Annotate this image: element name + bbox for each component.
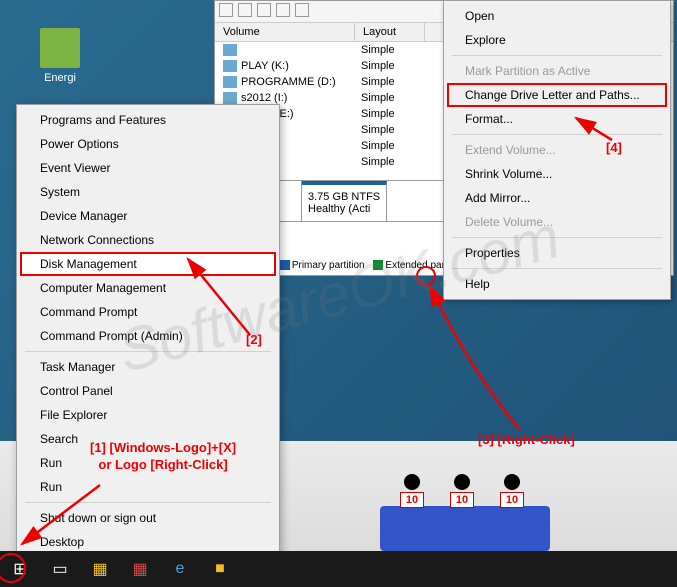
toolbar-icon[interactable] — [238, 3, 252, 17]
taskbar-app-icon[interactable]: ▦ — [120, 551, 160, 587]
drive-icon — [223, 44, 237, 56]
ctx-separator — [452, 134, 662, 135]
ctx-delete-volume: Delete Volume... — [447, 210, 667, 234]
menu-separator — [25, 351, 271, 352]
volume-context-menu: Open Explore Mark Partition as Active Ch… — [443, 0, 671, 300]
menu-run[interactable]: Run — [20, 451, 276, 475]
taskbar-app-icon[interactable]: ■ — [200, 551, 240, 587]
ctx-properties[interactable]: Properties — [447, 241, 667, 265]
menu-network-connections[interactable]: Network Connections — [20, 228, 276, 252]
ctx-open[interactable]: Open — [447, 4, 667, 28]
toolbar-icon[interactable] — [257, 3, 271, 17]
menu-control-panel[interactable]: Control Panel — [20, 379, 276, 403]
ctx-separator — [452, 237, 662, 238]
ctx-shrink-volume[interactable]: Shrink Volume... — [447, 162, 667, 186]
menu-device-manager[interactable]: Device Manager — [20, 204, 276, 228]
toolbar-icon[interactable] — [276, 3, 290, 17]
taskbar-app-icon[interactable]: e — [160, 551, 200, 587]
legend-swatch-extended — [373, 260, 383, 270]
menu-separator — [25, 502, 271, 503]
ctx-add-mirror[interactable]: Add Mirror... — [447, 186, 667, 210]
menu-run-2[interactable]: Run — [20, 475, 276, 499]
annotation-circle-rightclick — [416, 266, 436, 286]
ctx-mark-active: Mark Partition as Active — [447, 59, 667, 83]
ctx-change-drive-letter[interactable]: Change Drive Letter and Paths... — [447, 83, 667, 107]
menu-programs-features[interactable]: Programs and Features — [20, 108, 276, 132]
desktop-icon-label: Energi — [30, 72, 90, 84]
ctx-separator — [452, 55, 662, 56]
menu-system[interactable]: System — [20, 180, 276, 204]
toolbar-icon[interactable] — [219, 3, 233, 17]
menu-file-explorer[interactable]: File Explorer — [20, 403, 276, 427]
desktop-icon-energi[interactable]: Energi — [30, 28, 90, 84]
toolbar-icon[interactable] — [295, 3, 309, 17]
ctx-help[interactable]: Help — [447, 272, 667, 296]
battery-icon — [40, 28, 80, 68]
judges-graphic: 10 10 10 — [380, 506, 550, 551]
menu-disk-management[interactable]: Disk Management — [20, 252, 276, 276]
menu-command-prompt[interactable]: Command Prompt — [20, 300, 276, 324]
drive-icon — [223, 76, 237, 88]
drive-icon — [223, 92, 237, 104]
taskbar-app-icon[interactable]: ▦ — [80, 551, 120, 587]
menu-computer-management[interactable]: Computer Management — [20, 276, 276, 300]
winx-power-menu: Programs and Features Power Options Even… — [16, 104, 280, 558]
ctx-separator — [452, 268, 662, 269]
menu-event-viewer[interactable]: Event Viewer — [20, 156, 276, 180]
partition-block[interactable]: 3.75 GB NTFS Healthy (Acti — [302, 181, 387, 221]
menu-power-options[interactable]: Power Options — [20, 132, 276, 156]
col-volume[interactable]: Volume — [215, 23, 355, 41]
menu-shutdown-signout[interactable]: Shut down or sign out — [20, 506, 276, 530]
drive-icon — [223, 60, 237, 72]
ctx-explore[interactable]: Explore — [447, 28, 667, 52]
col-layout[interactable]: Layout — [355, 23, 425, 41]
taskbar: ⊞ ▭ ▦ ▦ e ■ — [0, 551, 677, 587]
menu-command-prompt-admin[interactable]: Command Prompt (Admin) — [20, 324, 276, 348]
legend-swatch-primary — [280, 260, 290, 270]
ctx-format[interactable]: Format... — [447, 107, 667, 131]
menu-task-manager[interactable]: Task Manager — [20, 355, 276, 379]
task-view-button[interactable]: ▭ — [40, 551, 80, 587]
menu-search[interactable]: Search — [20, 427, 276, 451]
ctx-extend-volume: Extend Volume... — [447, 138, 667, 162]
